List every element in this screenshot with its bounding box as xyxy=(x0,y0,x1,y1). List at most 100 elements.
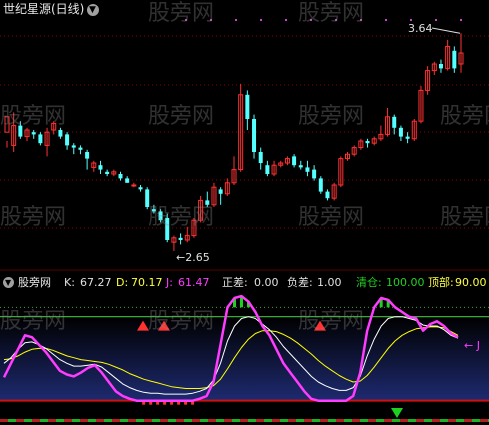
candle-body-down xyxy=(98,165,103,170)
bottom-strip-seg xyxy=(456,419,464,422)
candlestick-series xyxy=(4,33,464,251)
candle-body-down xyxy=(65,134,70,146)
circle-chevron-down-icon: ▼ xyxy=(5,278,12,287)
watermark: 股旁网 xyxy=(0,309,67,334)
watermark: 股旁网 xyxy=(440,104,489,129)
watermark: 股旁网 xyxy=(440,205,489,230)
bottom-strip-seg xyxy=(112,419,120,422)
bottom-strip-seg xyxy=(400,419,408,422)
j-label: J: xyxy=(166,276,173,289)
circle-chevron-down-icon: ▼ xyxy=(89,5,96,15)
bottom-strip-seg xyxy=(40,419,48,422)
bottom-strip-seg xyxy=(272,419,280,422)
candle-body-down xyxy=(298,165,303,168)
j-value: 61.47 xyxy=(178,276,210,289)
d-value: 70.17 xyxy=(131,276,163,289)
collapse-top-button[interactable]: ▼ xyxy=(87,4,99,16)
watermark: 股旁网 xyxy=(298,205,365,230)
candle-body-down xyxy=(252,119,257,152)
bottom-strip-seg xyxy=(168,419,176,422)
chart-title: 世纪星源(日线) xyxy=(3,3,84,16)
bottom-strip-seg xyxy=(96,419,104,422)
candle-body-down xyxy=(258,152,263,163)
candle-body-down xyxy=(292,156,297,166)
signal-dot xyxy=(260,19,262,21)
bottom-strip-seg xyxy=(280,419,288,422)
candle-body-down xyxy=(218,189,223,194)
bottom-strip-seg xyxy=(288,419,296,422)
bottom-strip-seg xyxy=(344,419,352,422)
candle-body-down xyxy=(405,136,410,139)
bottom-strip-seg xyxy=(72,419,80,422)
signal-dot xyxy=(460,19,462,21)
bottom-strip-seg xyxy=(312,419,320,422)
bottom-strip-seg xyxy=(16,419,24,422)
low-price-value: 2.65 xyxy=(185,251,210,264)
candle-body-down xyxy=(118,174,123,179)
signal-dot xyxy=(285,19,287,21)
bottom-strip-seg xyxy=(464,419,472,422)
bottom-strip-seg xyxy=(352,419,360,422)
candle-body-down xyxy=(398,127,403,137)
candle-body-down xyxy=(125,178,130,183)
bottom-strip-seg xyxy=(440,419,448,422)
indicator-grid xyxy=(0,306,489,422)
signal-dot xyxy=(410,19,412,21)
collapse-bottom-button[interactable]: ▼ xyxy=(3,277,14,288)
candle-body-down xyxy=(31,132,36,135)
signal-dot xyxy=(435,19,437,21)
bottom-strip-seg xyxy=(120,419,128,422)
price-markers xyxy=(431,27,461,34)
j-line-end-label: ← J xyxy=(464,339,480,352)
bottom-strip-seg xyxy=(80,419,88,422)
bottom-strip-seg xyxy=(8,419,16,422)
bottom-strip-seg xyxy=(368,419,376,422)
bottom-strip-seg xyxy=(408,419,416,422)
bottom-strip-seg xyxy=(448,419,456,422)
bottom-strip-seg xyxy=(256,419,264,422)
candle-body-down xyxy=(38,134,43,144)
qingcang-value: 100.00 xyxy=(386,276,425,289)
high-price-label: 3.64 xyxy=(408,22,433,35)
bottom-strip-seg xyxy=(144,419,152,422)
k-value: 67.27 xyxy=(80,276,112,289)
bottom-strip-seg xyxy=(392,419,400,422)
bottom-strip-seg xyxy=(360,419,368,422)
candle-body-down xyxy=(78,147,83,150)
bottom-strip-seg xyxy=(472,419,480,422)
j-line-letter: J xyxy=(476,339,480,352)
low-price-label: ←2.65 xyxy=(176,251,210,264)
bottom-strip-seg xyxy=(304,419,312,422)
candle-body-down xyxy=(85,152,90,159)
bottom-strip-seg xyxy=(216,419,224,422)
watermark: 股旁网 xyxy=(148,205,215,230)
bottom-strip-seg xyxy=(328,419,336,422)
zhengcha-label: 正差: xyxy=(222,276,248,289)
watermark: 股旁网 xyxy=(148,1,215,26)
candle-body-down xyxy=(312,169,317,179)
fucha-value: 1.00 xyxy=(317,276,342,289)
bottom-strip-seg xyxy=(48,419,56,422)
candle-body-down xyxy=(365,141,370,144)
bottom-strip-seg xyxy=(176,419,184,422)
high-pointer-line xyxy=(431,27,461,34)
bottom-strip-seg xyxy=(56,419,64,422)
bottom-strip-seg xyxy=(128,419,136,422)
candle-body-down xyxy=(71,145,76,148)
bottom-strip-seg xyxy=(0,419,8,422)
sell-triangle xyxy=(391,408,403,418)
bottom-strip-seg xyxy=(416,419,424,422)
fucha-label: 负差: xyxy=(287,276,313,289)
dingbu-label: 顶部: xyxy=(428,276,454,289)
candle-body-up xyxy=(131,184,137,187)
bottom-strip-seg xyxy=(24,419,32,422)
bottom-strip-seg xyxy=(424,419,432,422)
bottom-strip-seg xyxy=(88,419,96,422)
bottom-strip-seg xyxy=(136,419,144,422)
bottom-strip-seg xyxy=(248,419,256,422)
bottom-strip-seg xyxy=(208,419,216,422)
watermark: 股旁网 xyxy=(298,104,365,129)
candle-body-down xyxy=(392,116,397,128)
candle-body-down xyxy=(305,167,310,172)
bottom-strip-seg xyxy=(336,419,344,422)
